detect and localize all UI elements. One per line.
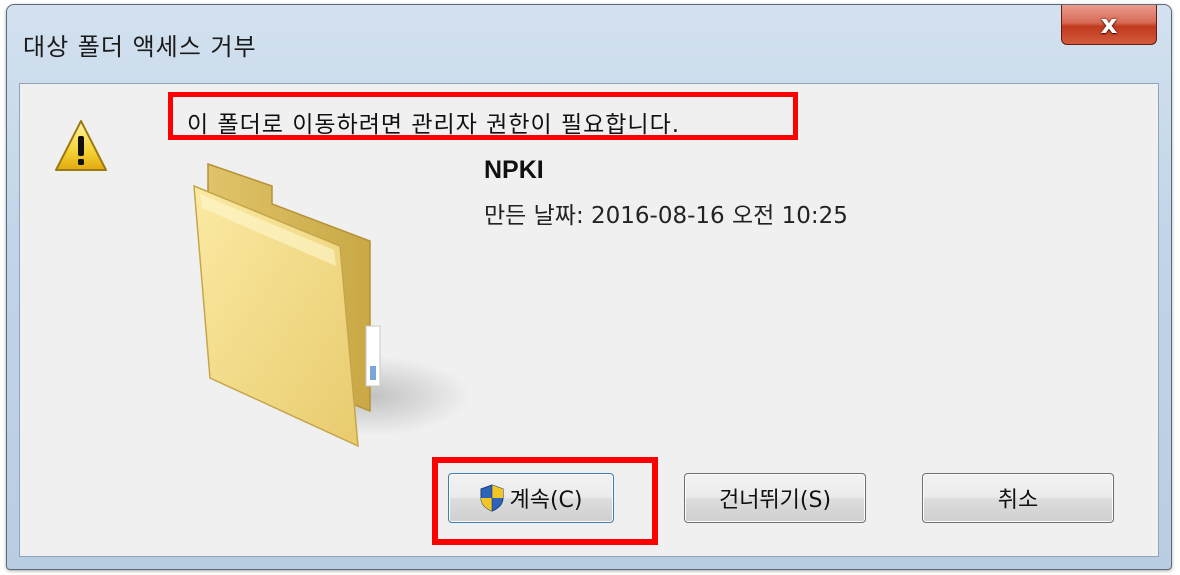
cancel-label: 취소	[997, 488, 1039, 513]
window-title: 대상 폴더 액세스 거부	[23, 33, 257, 61]
warning-icon	[55, 120, 107, 171]
title-bar[interactable]: 대상 폴더 액세스 거부 x	[7, 5, 1171, 79]
permission-message: 이 폴더로 이동하려면 관리자 권한이 필요합니다.	[168, 92, 798, 140]
folder-name: NPKI	[484, 156, 544, 184]
folder-icon	[193, 162, 470, 448]
skip-button[interactable]: 건너뛰기(S)	[684, 473, 866, 523]
continue-button[interactable]: 계속(C)	[448, 473, 614, 523]
folder-created-date: 만든 날짜: 2016-08-16 오전 10:25	[484, 203, 848, 229]
close-icon: x	[1100, 9, 1118, 40]
continue-label: 계속(C)	[509, 488, 583, 513]
cancel-button[interactable]: 취소	[922, 473, 1114, 523]
dialog-content: 이 폴더로 이동하려면 관리자 권한이 필요합니다. NPKI 만든 날짜: 2…	[19, 83, 1159, 557]
dialog-window: 대상 폴더 액세스 거부 x 이 폴더로 이동하려면 관리자 권한이 필요합니다…	[6, 4, 1172, 570]
skip-label: 건너뛰기(S)	[718, 488, 832, 513]
uac-shield-icon	[480, 484, 504, 512]
close-button[interactable]: x	[1061, 5, 1157, 45]
